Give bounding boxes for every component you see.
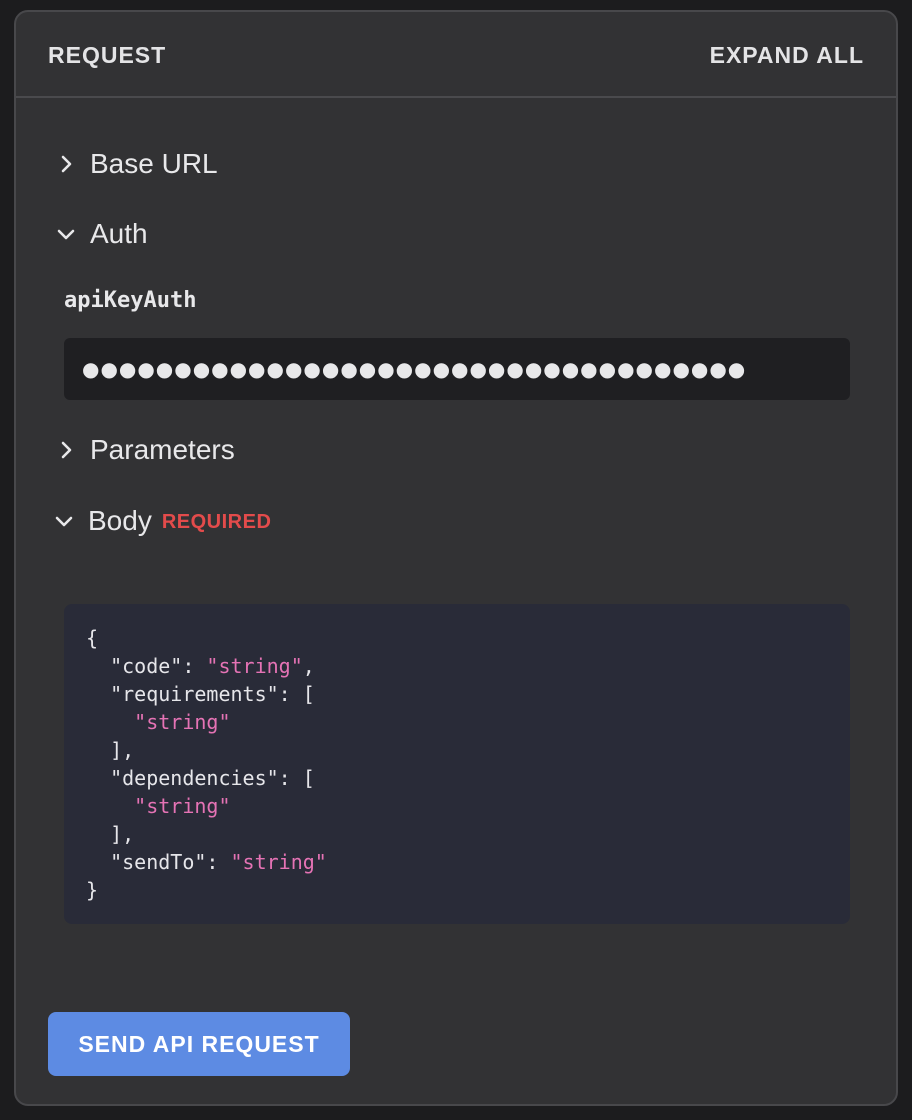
- section-label: Auth: [90, 218, 148, 249]
- section-auth[interactable]: Auth: [56, 214, 148, 254]
- code-token: }: [86, 878, 99, 902]
- section-label: Base URL: [90, 148, 218, 179]
- code-token: "requirements": [: [86, 682, 315, 706]
- panel-header: REQUEST EXPAND ALL: [16, 12, 896, 98]
- code-line: "code": "string",: [86, 652, 828, 680]
- code-line: {: [86, 624, 828, 652]
- section-label: Body: [88, 505, 152, 536]
- section-label: Parameters: [90, 434, 235, 465]
- body-code-editor[interactable]: { "code": "string", "requirements": [ "s…: [64, 604, 850, 924]
- code-token: ],: [86, 822, 135, 846]
- chevron-down-icon: [57, 229, 75, 240]
- chevron-right-icon: [61, 155, 72, 173]
- code-line: }: [86, 876, 828, 904]
- code-line: "string": [86, 792, 828, 820]
- code-line: "requirements": [: [86, 680, 828, 708]
- request-panel: REQUEST EXPAND ALL Base URL Auth apiKeyA…: [14, 10, 898, 1106]
- code-token: "code":: [86, 654, 207, 678]
- chevron-down-icon: [55, 516, 73, 527]
- expand-all-button[interactable]: EXPAND ALL: [710, 42, 864, 69]
- code-token: "sendTo":: [86, 850, 231, 874]
- code-line: "sendTo": "string": [86, 848, 828, 876]
- api-key-input[interactable]: [64, 338, 850, 400]
- send-api-request-button[interactable]: SEND API REQUEST: [48, 1012, 350, 1076]
- section-body[interactable]: Body REQUIRED: [54, 501, 271, 541]
- code-string-token: "string": [230, 850, 327, 874]
- code-string-token: "string": [206, 654, 303, 678]
- section-parameters[interactable]: Parameters: [56, 430, 235, 470]
- required-badge: REQUIRED: [161, 510, 272, 533]
- code-line: "string": [86, 708, 828, 736]
- code-line: ],: [86, 736, 828, 764]
- auth-scheme-name: apiKeyAuth: [64, 288, 197, 313]
- code-line: "dependencies": [: [86, 764, 828, 792]
- code-token: "dependencies": [: [86, 766, 315, 790]
- code-token: ,: [302, 654, 315, 678]
- code-string-token: "string": [134, 794, 231, 818]
- code-token: ],: [86, 738, 135, 762]
- code-token: {: [86, 626, 99, 650]
- panel-title: REQUEST: [48, 42, 167, 68]
- chevron-right-icon: [61, 441, 72, 459]
- section-base-url[interactable]: Base URL: [56, 144, 218, 184]
- code-string-token: "string": [134, 710, 231, 734]
- code-line: ],: [86, 820, 828, 848]
